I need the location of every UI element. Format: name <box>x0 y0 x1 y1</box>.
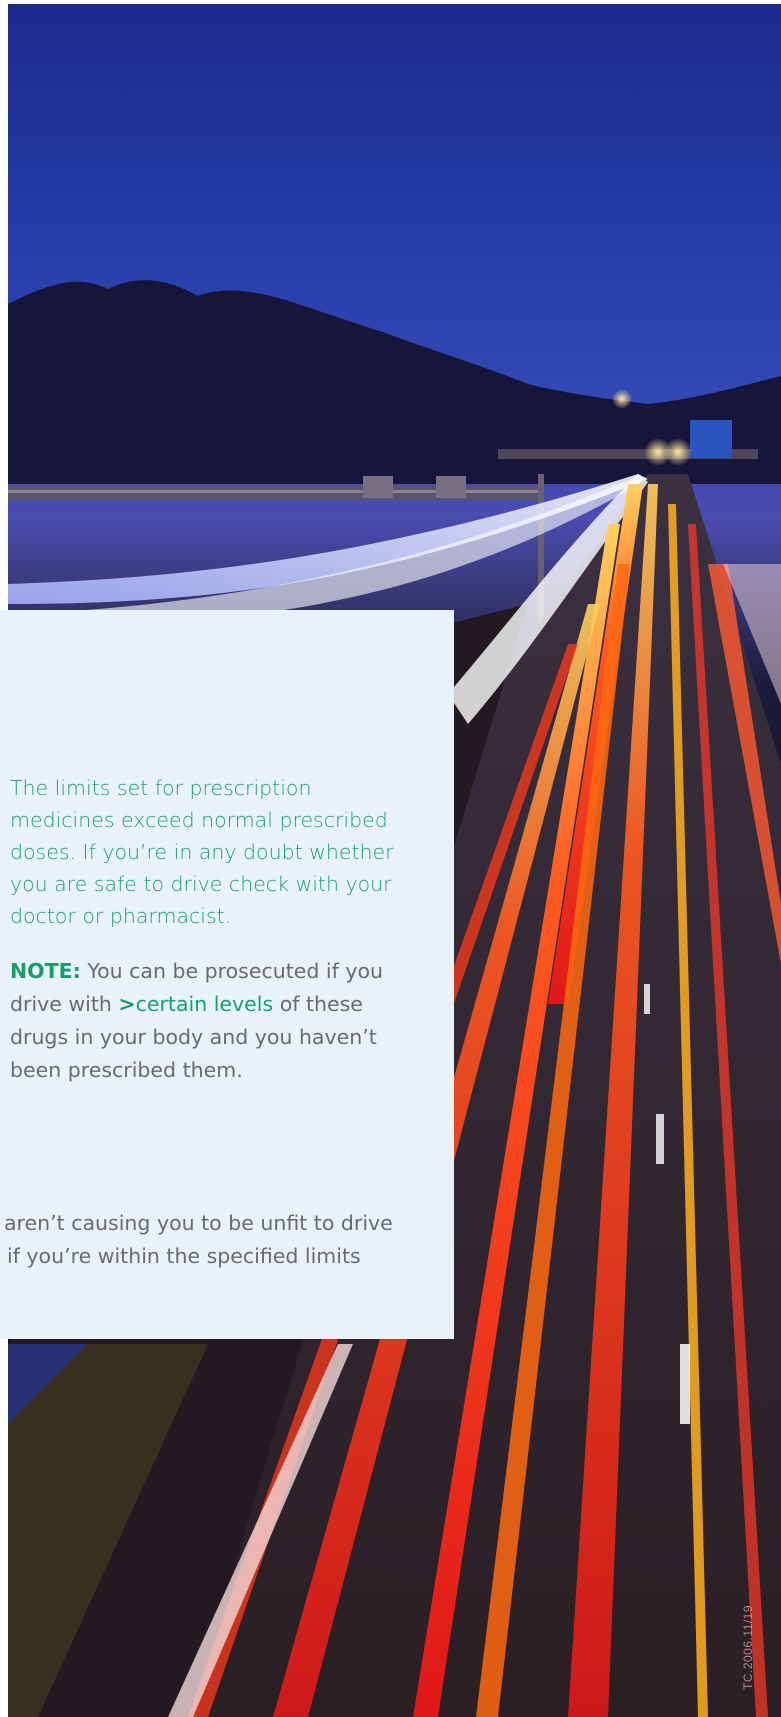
partial-line: aren’t causing you to be unfit to drive <box>4 1211 393 1235</box>
prescription-limits-paragraph: The limits set for prescription medicine… <box>10 776 394 928</box>
note-label: NOTE: <box>10 959 81 983</box>
note-paragraph: NOTE: You can be prosecuted if you drive… <box>10 955 410 1087</box>
certain-levels-link[interactable]: certain levels <box>136 992 274 1016</box>
partial-text-block: aren’t causing you to be unfit to drive … <box>4 1207 444 1273</box>
document-code: TC.2006.11/19 <box>741 1605 755 1690</box>
partial-line: if you’re within the specified limits <box>7 1244 361 1268</box>
chevron-right-icon: > <box>118 992 136 1016</box>
